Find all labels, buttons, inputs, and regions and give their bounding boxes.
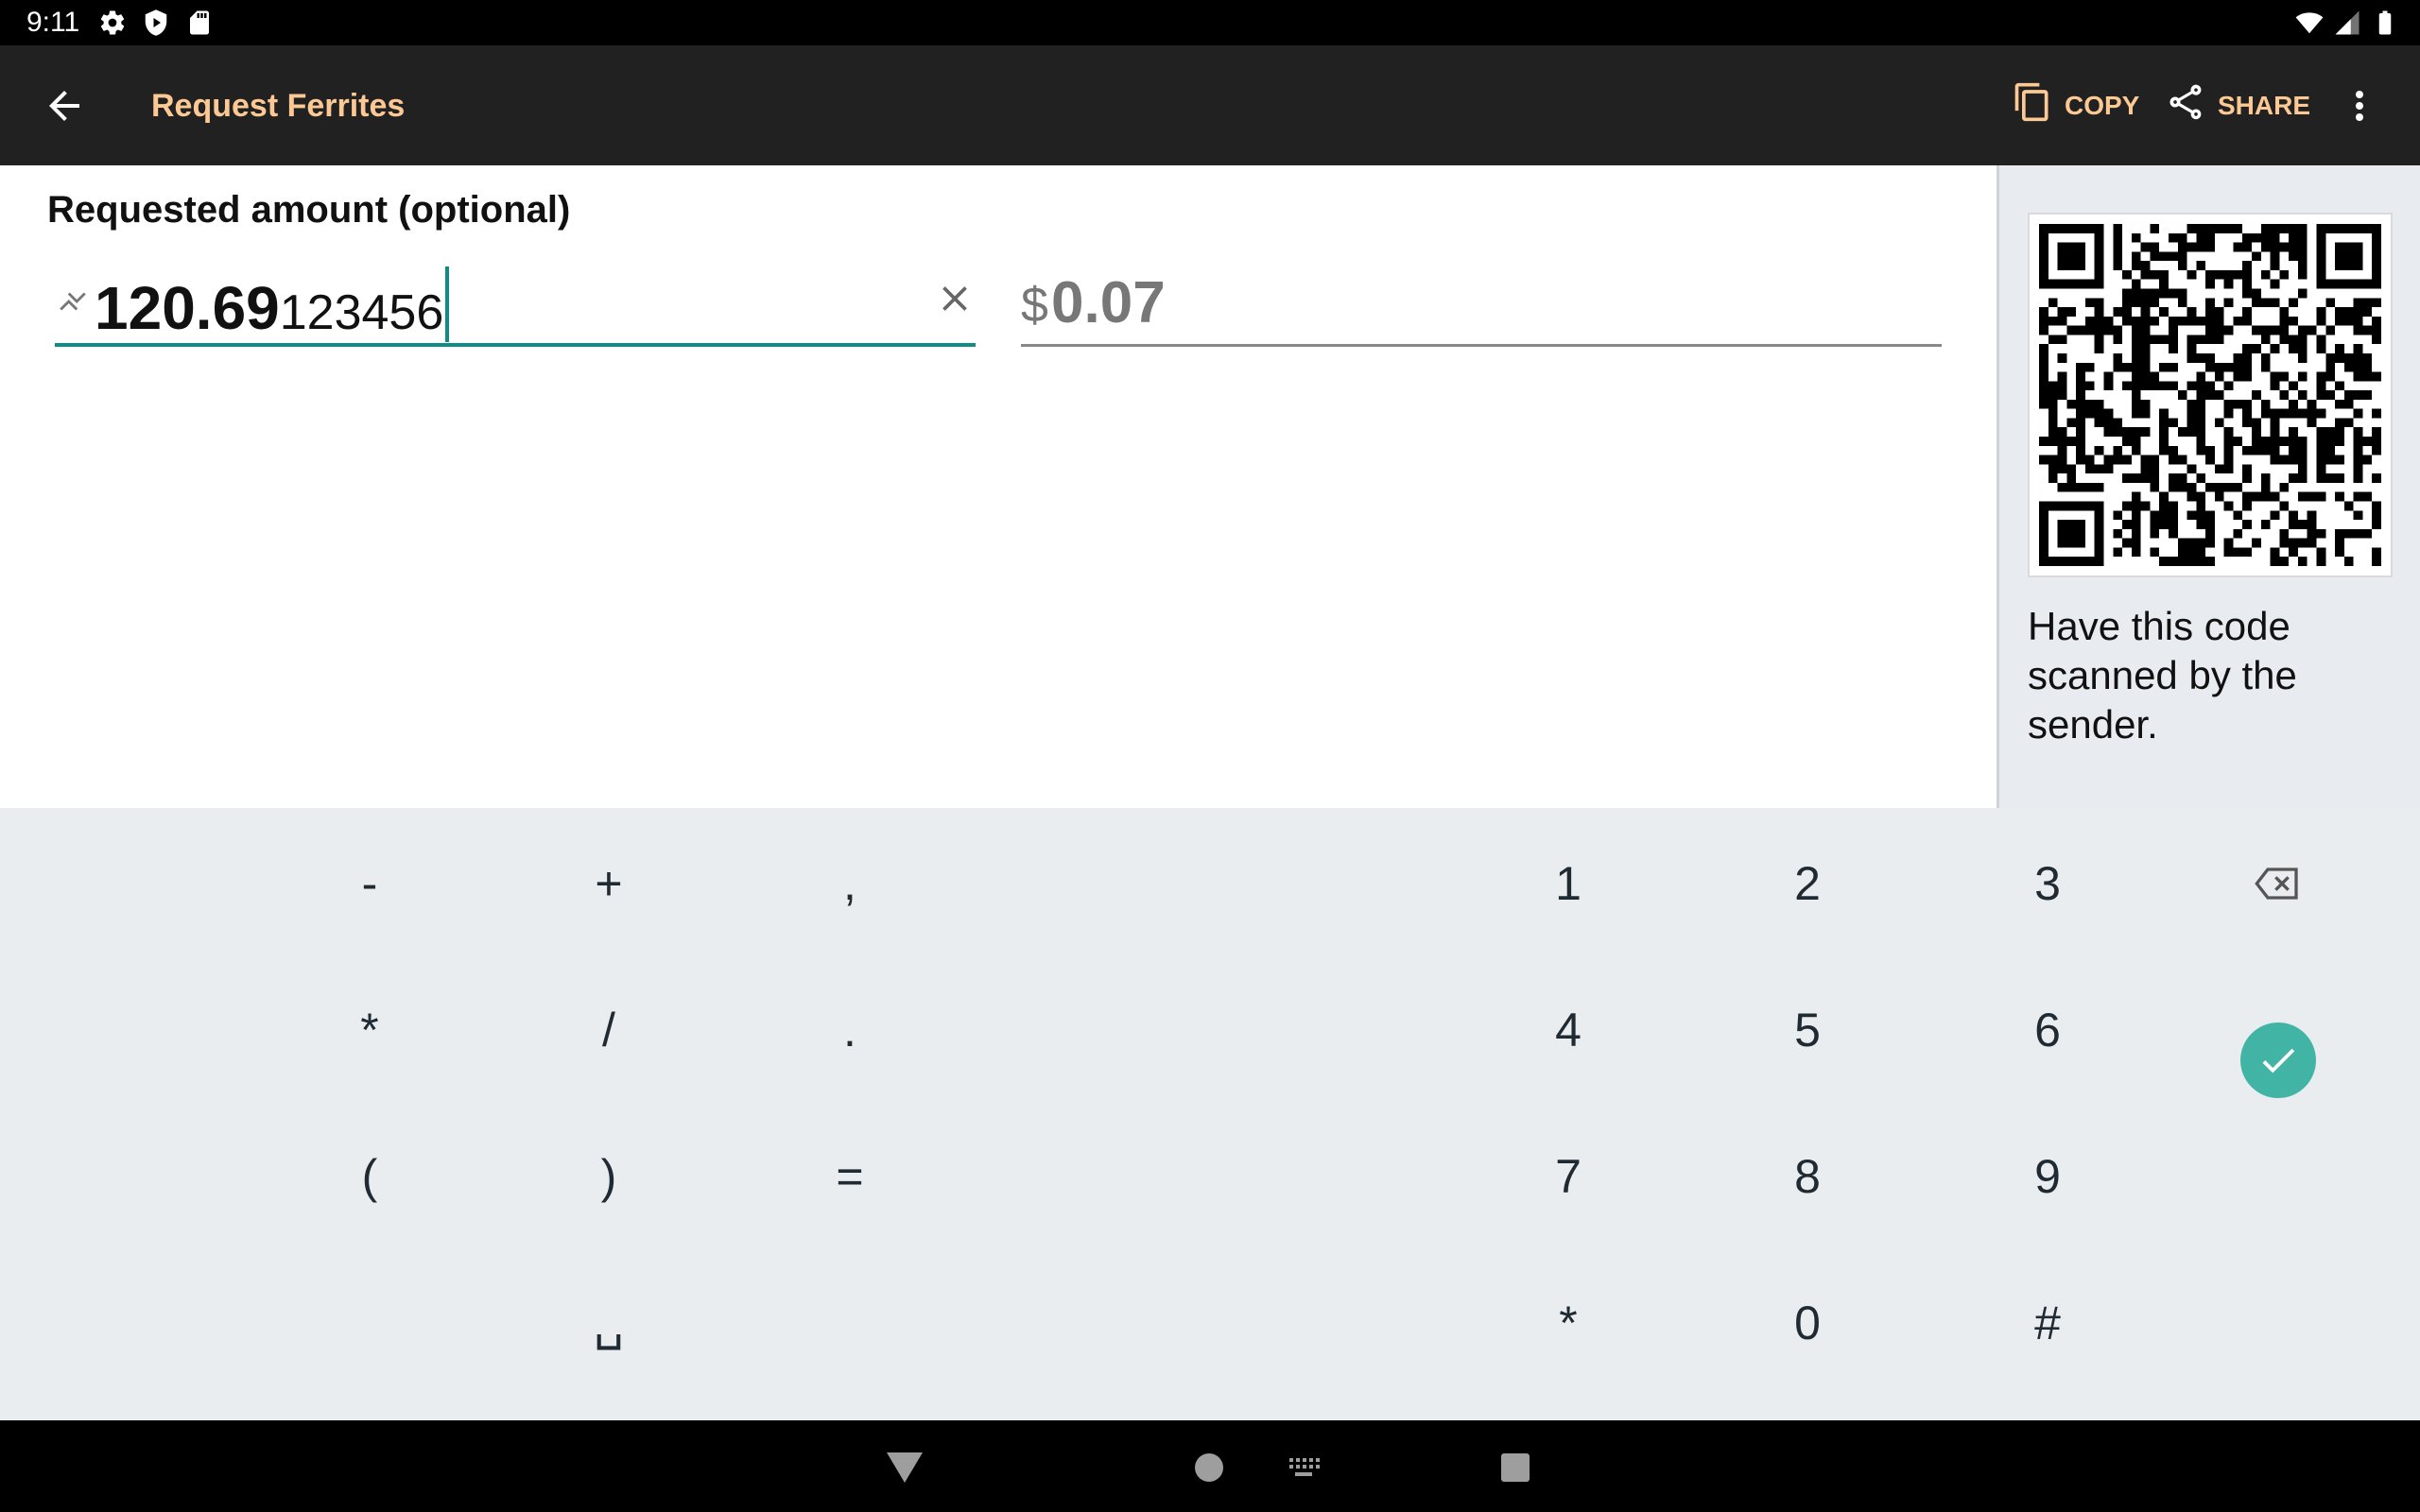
qr-code-image <box>2039 224 2381 566</box>
share-icon <box>2165 81 2206 129</box>
btc-amount-main: 120.69 <box>95 274 280 342</box>
key-6[interactable]: 6 <box>1986 969 2109 1091</box>
share-label: SHARE <box>2218 90 2311 120</box>
key-slash[interactable]: / <box>547 969 670 1091</box>
key-hash[interactable]: # <box>1986 1262 2109 1384</box>
key-minus[interactable]: - <box>308 822 431 945</box>
signal-icon <box>2333 9 2361 42</box>
btc-amount-extra: 123456 <box>279 285 444 340</box>
key-9[interactable]: 9 <box>1986 1115 2109 1238</box>
shield-icon <box>142 9 170 42</box>
bitcoin-icon <box>57 285 89 318</box>
key-2[interactable]: 2 <box>1746 822 1869 945</box>
recents-square-icon[interactable] <box>1500 1452 1530 1483</box>
page-title: Request Ferrites <box>151 88 406 124</box>
text-cursor <box>445 266 450 342</box>
navigation-bar <box>0 1420 2420 1512</box>
qr-panel: Have this code scanned by the sender. <box>1996 165 2420 808</box>
clear-icon[interactable] <box>934 278 976 319</box>
key-comma[interactable]: , <box>788 822 911 945</box>
keyboard-icon[interactable] <box>1288 1456 1320 1479</box>
share-button[interactable]: SHARE <box>2165 81 2310 129</box>
key-space[interactable]: ␣ <box>547 1262 670 1384</box>
copy-icon <box>2012 81 2053 129</box>
battery-icon <box>2371 9 2399 42</box>
fiat-currency-symbol: $ <box>1021 278 1048 333</box>
sd-card-icon <box>185 9 214 42</box>
key-asterisk[interactable]: * <box>308 969 431 1091</box>
key-5[interactable]: 5 <box>1746 969 1869 1091</box>
key-period[interactable]: . <box>788 969 911 1091</box>
key-0[interactable]: 0 <box>1746 1262 1869 1384</box>
qr-code <box>2028 213 2393 577</box>
key-8[interactable]: 8 <box>1746 1115 1869 1238</box>
status-bar: 9:11 <box>0 0 2420 45</box>
key-right-paren[interactable]: ) <box>547 1115 670 1238</box>
key-7[interactable]: 7 <box>1507 1115 1630 1238</box>
request-form: Requested amount (optional) 120.69123456… <box>0 165 1996 808</box>
btc-amount-field[interactable]: 120.69123456 <box>55 255 976 347</box>
key-1[interactable]: 1 <box>1507 822 1630 945</box>
key-equals[interactable]: = <box>788 1115 911 1238</box>
app-bar: Request Ferrites COPY SHARE <box>0 45 2420 165</box>
more-options-icon[interactable] <box>2337 83 2382 129</box>
requested-amount-label: Requested amount (optional) <box>47 189 571 231</box>
wifi-icon <box>2295 9 2324 42</box>
fiat-amount-value[interactable]: 0.07 <box>1051 268 1166 338</box>
btc-amount-value[interactable]: 120.69123456 <box>95 266 450 348</box>
key-3[interactable]: 3 <box>1986 822 2109 945</box>
copy-button[interactable]: COPY <box>2012 81 2139 129</box>
settings-icon <box>98 9 127 42</box>
backspace-icon[interactable] <box>2216 822 2339 945</box>
back-arrow-icon[interactable] <box>42 83 87 129</box>
copy-label: COPY <box>2065 90 2140 120</box>
key-left-paren[interactable]: ( <box>308 1115 431 1238</box>
home-circle-icon[interactable] <box>1194 1452 1224 1483</box>
numeric-keyboard: - + , * / . ( ) = ␣ 1 2 3 4 5 6 7 8 9 * … <box>0 808 2420 1420</box>
back-triangle-icon[interactable] <box>887 1452 923 1483</box>
status-time: 9:11 <box>26 7 80 38</box>
fiat-amount-field[interactable]: $ 0.07 <box>1021 255 1942 347</box>
key-plus[interactable]: + <box>547 822 670 945</box>
check-icon[interactable] <box>2240 1022 2316 1098</box>
key-4[interactable]: 4 <box>1507 969 1630 1091</box>
key-star[interactable]: * <box>1507 1262 1630 1384</box>
qr-hint-text: Have this code scanned by the sender. <box>2028 604 2297 747</box>
